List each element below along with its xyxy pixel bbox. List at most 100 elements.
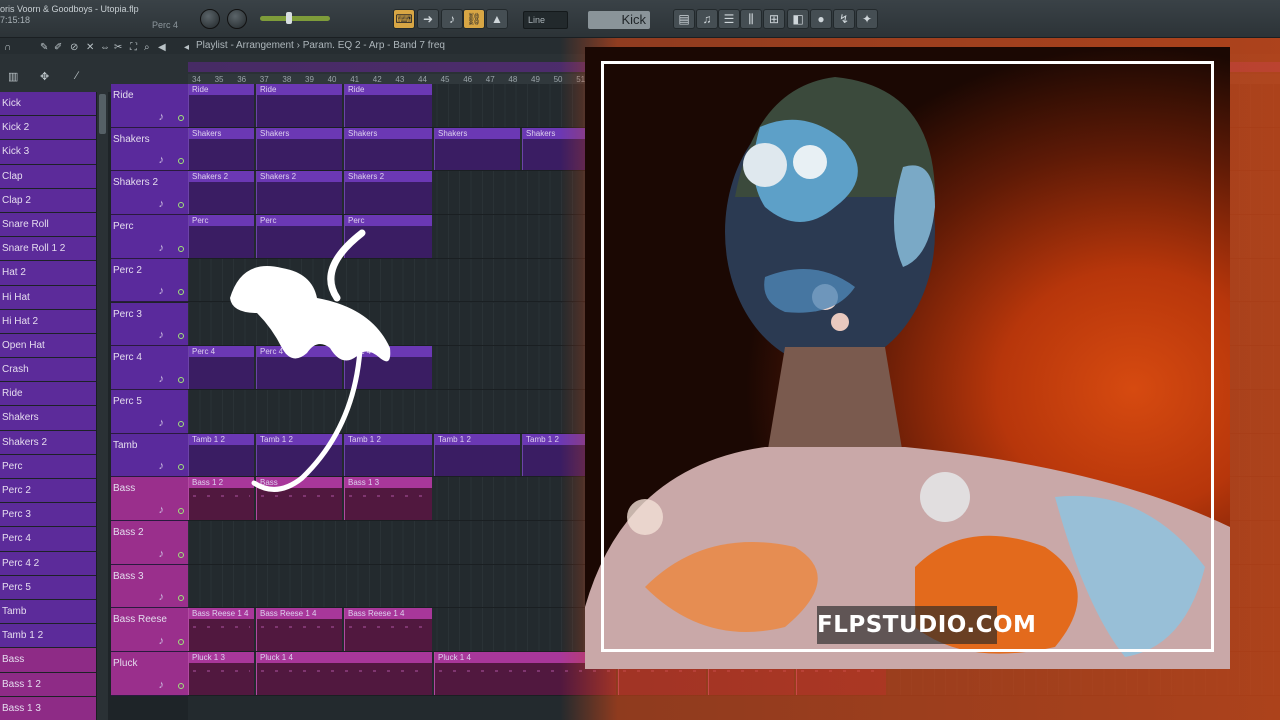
channel-item[interactable]: Open Hat xyxy=(0,333,96,359)
track-mute-led[interactable] xyxy=(178,507,184,514)
piano-keys-icon[interactable]: ▥ xyxy=(8,70,18,83)
track-header[interactable]: Bass 3 ♪ xyxy=(111,564,188,609)
channel-item[interactable]: Snare Roll xyxy=(0,212,96,238)
move-icon[interactable]: ✥ xyxy=(40,70,49,83)
channel-item[interactable]: Kick 3 xyxy=(0,140,96,165)
browser-icon[interactable]: ◧ xyxy=(787,9,809,29)
channel-item[interactable]: Kick 2 xyxy=(0,116,96,141)
track-mute-led[interactable] xyxy=(178,376,184,383)
mixer-icon[interactable]: ⫼ xyxy=(740,9,762,29)
track-header[interactable]: Bass 2 ♪ xyxy=(111,521,188,565)
pattern-clip[interactable]: Shakers 2 xyxy=(188,171,254,215)
channel-item[interactable]: Hi Hat xyxy=(0,285,96,310)
pattern-clip[interactable]: Ride xyxy=(256,84,342,127)
draw-icon[interactable]: ∕ xyxy=(76,70,78,82)
pattern-clip[interactable]: Tamb 1 2 xyxy=(434,433,520,477)
microphone-icon[interactable]: ● xyxy=(810,9,832,29)
track-mute-led[interactable] xyxy=(178,158,184,165)
track-header[interactable]: Perc 5 ♪ xyxy=(111,389,188,434)
track-header[interactable]: Pluck ♪ xyxy=(111,652,188,696)
track-header[interactable]: Perc ♪ xyxy=(111,215,188,259)
channel-list-scrollbar[interactable] xyxy=(96,92,108,720)
playlist-icon[interactable]: ▤ xyxy=(673,9,695,29)
track-header[interactable]: Bass Reese ♪ xyxy=(111,608,188,653)
track-mute-led[interactable] xyxy=(178,289,184,296)
step-edit-arrow-icon[interactable]: ➜ xyxy=(417,9,439,29)
track-mute-led[interactable] xyxy=(178,202,184,209)
note-icon[interactable]: ♪ xyxy=(159,242,165,254)
channel-item[interactable]: Hi Hat 2 xyxy=(0,309,96,334)
metronome-icon[interactable]: ▲ xyxy=(486,9,508,29)
master-volume-slider[interactable] xyxy=(260,12,330,24)
channel-item[interactable]: Crash xyxy=(0,358,96,383)
note-icon[interactable]: ♪ xyxy=(159,548,165,560)
typing-keyboard-button[interactable]: ⌨ xyxy=(393,9,415,29)
channel-item[interactable]: Bass xyxy=(0,648,96,673)
track-mute-led[interactable] xyxy=(178,595,184,602)
scrollbar-thumb[interactable] xyxy=(99,94,106,134)
pattern-clip[interactable]: Bass Reese 1 4 xyxy=(188,608,254,652)
slide-tool-icon[interactable]: ♪ xyxy=(441,9,463,29)
pattern-clip[interactable]: Ride xyxy=(188,84,254,127)
pattern-clip[interactable]: Ride xyxy=(344,84,432,127)
channel-item[interactable]: Perc 2 xyxy=(0,479,96,504)
track-mute-led[interactable] xyxy=(178,420,184,427)
track-header[interactable]: Perc 3 ♪ xyxy=(111,302,188,347)
channel-item[interactable]: Bass 1 2 xyxy=(0,672,96,697)
note-icon[interactable]: ♪ xyxy=(159,460,165,472)
track-header[interactable]: Perc 4 ♪ xyxy=(111,346,188,390)
channel-item[interactable]: Perc 5 xyxy=(0,575,96,600)
track-header[interactable]: Bass ♪ xyxy=(111,477,188,521)
track-mute-led[interactable] xyxy=(178,464,184,471)
snap-select[interactable]: Line xyxy=(523,11,568,29)
channel-item[interactable]: Kick xyxy=(0,92,96,117)
note-icon[interactable]: ♪ xyxy=(159,111,165,123)
pattern-clip[interactable]: Bass Reese 1 4 xyxy=(344,608,432,652)
note-icon[interactable]: ♪ xyxy=(159,679,165,691)
channel-item[interactable]: Perc 4 xyxy=(0,527,96,552)
track-header[interactable]: Shakers 2 ♪ xyxy=(111,171,188,216)
pattern-clip[interactable]: Shakers 2 xyxy=(256,171,342,215)
channel-item[interactable]: Snare Roll 1 2 xyxy=(0,237,96,262)
channel-item[interactable]: Clap 2 xyxy=(0,188,96,213)
pattern-clip[interactable]: Shakers xyxy=(434,127,520,171)
channel-rack-icon[interactable]: ☰ xyxy=(718,9,740,29)
note-icon[interactable]: ♪ xyxy=(159,329,165,341)
channel-item[interactable]: Hat 2 xyxy=(0,261,96,286)
pattern-clip[interactable]: Bass Reese 1 4 xyxy=(256,608,342,652)
piano-roll-icon[interactable]: ♫ xyxy=(696,9,718,29)
link-icon[interactable]: ⛓ xyxy=(463,9,485,29)
plugin-icon[interactable]: ✦ xyxy=(856,9,878,29)
channel-item[interactable]: Perc xyxy=(0,454,96,479)
plugin-picker-icon[interactable]: ⊞ xyxy=(763,9,785,29)
pattern-clip[interactable]: Shakers xyxy=(344,127,432,171)
pattern-clip[interactable]: Shakers xyxy=(256,127,342,171)
channel-item[interactable]: Tamb 1 2 xyxy=(0,624,96,649)
channel-item[interactable]: Clap xyxy=(0,164,96,189)
pattern-clip[interactable]: Shakers xyxy=(188,127,254,171)
channel-item[interactable]: Bass 1 3 xyxy=(0,696,96,720)
pattern-clip[interactable]: Pluck 1 3 xyxy=(188,652,254,695)
master-pitch-knob[interactable] xyxy=(200,9,220,29)
note-icon[interactable]: ♪ xyxy=(159,635,165,647)
note-icon[interactable]: ♪ xyxy=(159,591,165,603)
channel-item[interactable]: Shakers 2 xyxy=(0,430,96,455)
pattern-clip[interactable]: Shakers 2 xyxy=(344,171,432,215)
note-icon[interactable]: ♪ xyxy=(159,373,165,385)
cpu-icon[interactable]: ↯ xyxy=(833,9,855,29)
track-header[interactable]: Ride ♪ xyxy=(111,84,188,128)
channel-item[interactable]: Tamb xyxy=(0,599,96,625)
note-icon[interactable]: ♪ xyxy=(159,198,165,210)
channel-item[interactable]: Ride xyxy=(0,382,96,407)
note-icon[interactable]: ♪ xyxy=(159,504,165,516)
track-mute-led[interactable] xyxy=(178,639,184,646)
track-mute-led[interactable] xyxy=(178,551,184,558)
track-mute-led[interactable] xyxy=(178,245,184,252)
track-header[interactable]: Perc 2 ♪ xyxy=(111,258,188,303)
track-mute-led[interactable] xyxy=(178,114,184,121)
volume-thumb[interactable] xyxy=(286,12,292,24)
pattern-clip[interactable]: Pluck 1 4 xyxy=(256,652,432,695)
track-header[interactable]: Tamb ♪ xyxy=(111,433,188,478)
track-header[interactable]: Shakers ♪ xyxy=(111,127,188,172)
channel-item[interactable]: Perc 3 xyxy=(0,503,96,528)
